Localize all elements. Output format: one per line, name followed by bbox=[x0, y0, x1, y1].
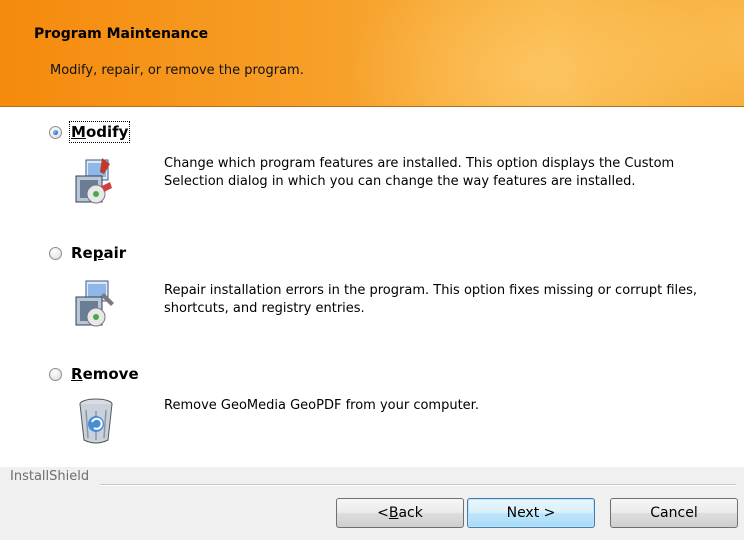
modify-description: Change which program features are instal… bbox=[164, 156, 675, 189]
option-modify[interactable]: Modify bbox=[49, 121, 131, 143]
remove-radio[interactable] bbox=[49, 367, 62, 381]
header-banner: Program Maintenance Modify, repair, or r… bbox=[0, 0, 744, 107]
next-button[interactable]: Next > bbox=[467, 498, 595, 528]
modify-label[interactable]: Modify bbox=[68, 121, 131, 143]
option-remove[interactable]: Remove bbox=[49, 365, 139, 383]
footer-divider bbox=[100, 484, 736, 486]
repair-description: Repair installation errors in the progra… bbox=[164, 283, 698, 316]
back-button[interactable]: < Back bbox=[336, 498, 464, 528]
repair-setup-icon bbox=[72, 279, 120, 329]
option-repair[interactable]: Repair bbox=[49, 244, 126, 262]
remove-label[interactable]: Remove bbox=[71, 365, 139, 383]
page-title: Program Maintenance bbox=[34, 26, 209, 42]
installshield-brand: InstallShield bbox=[10, 469, 90, 484]
modify-setup-icon bbox=[72, 156, 120, 206]
banner-decoration bbox=[560, 0, 744, 106]
modify-radio[interactable] bbox=[49, 125, 62, 139]
remove-description: Remove GeoMedia GeoPDF from your compute… bbox=[164, 398, 479, 413]
repair-label[interactable]: Repair bbox=[71, 244, 126, 262]
recycle-bin-icon bbox=[72, 396, 120, 446]
repair-radio[interactable] bbox=[49, 246, 62, 260]
page-subtitle: Modify, repair, or remove the program. bbox=[50, 63, 304, 78]
cancel-button[interactable]: Cancel bbox=[610, 498, 738, 528]
